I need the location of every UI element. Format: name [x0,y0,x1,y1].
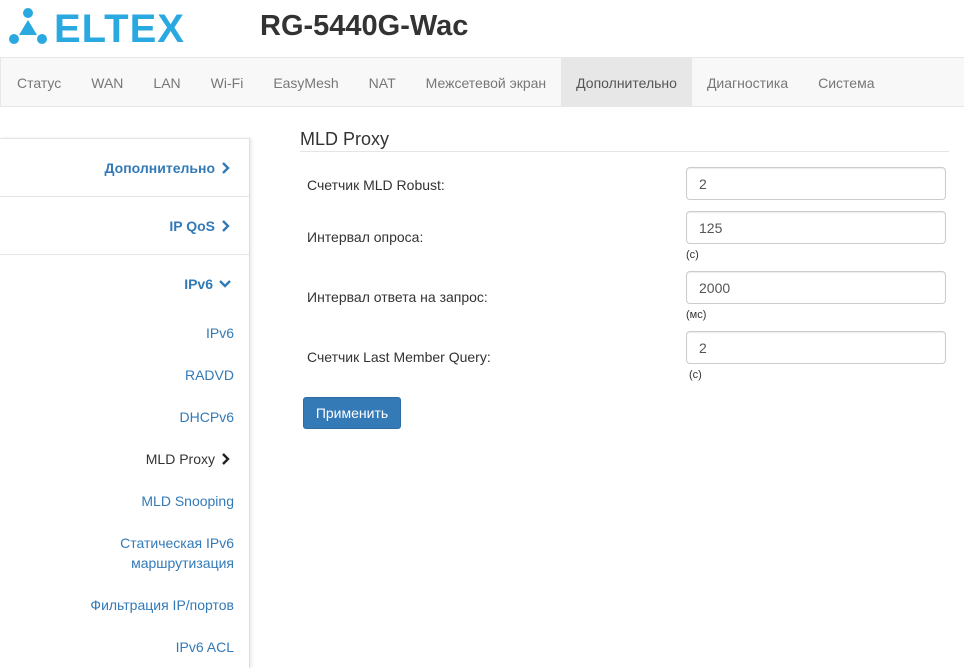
nav-wifi[interactable]: Wi-Fi [196,58,259,106]
device-title: RG-5440G-Wac [260,10,469,42]
sidebar-group-label: IP QoS [169,217,215,234]
chevron-right-icon [222,453,230,465]
sidebar-group-label: IPv6 [184,275,213,292]
nav-diagnostics[interactable]: Диагностика [692,58,803,106]
sidebar-item-label: Статическая IPv6 маршрутизация [120,535,234,571]
nav-status[interactable]: Статус [2,58,76,106]
page-title: MLD Proxy [300,125,949,152]
eltex-logo: ELTEX [9,7,185,47]
mld-robust-label: Счетчик MLD Robust: [307,177,445,193]
query-interval-unit: (с) [686,249,699,261]
query-response-interval-input[interactable] [686,271,946,304]
chevron-right-icon [222,161,230,174]
nav-easymesh[interactable]: EasyMesh [258,58,353,106]
sidebar-item-ip-port-filter[interactable]: Фильтрация IP/портов [0,584,249,626]
top-navbar: Статус WAN LAN Wi-Fi EasyMesh NAT Межсет… [0,57,964,107]
nav-wan[interactable]: WAN [76,58,138,106]
last-member-query-input[interactable] [686,331,946,364]
query-response-interval-unit: (мс) [686,309,707,321]
sidebar-item-label: MLD Proxy [145,451,215,467]
query-interval-label: Интервал опроса: [307,229,424,245]
sidebar-item-ipv6[interactable]: IPv6 [0,312,249,354]
sidebar-item-mld-proxy[interactable]: MLD Proxy [0,438,249,480]
nav-advanced[interactable]: Дополнительно [561,58,692,106]
nav-nat[interactable]: NAT [354,58,411,106]
sidebar-group-ip-qos[interactable]: IP QoS [0,196,249,254]
query-response-interval-label: Интервал ответа на запрос: [307,289,488,305]
header: ELTEX RG-5440G-Wac [0,0,964,57]
sidebar-group-ipv6[interactable]: IPv6 [0,254,249,312]
main-content: MLD Proxy Счетчик MLD Robust: Интервал о… [300,125,949,429]
svg-text:ELTEX: ELTEX [54,7,185,47]
chevron-right-icon [222,219,230,232]
sidebar-item-static-ipv6-routing[interactable]: Статическая IPv6 маршрутизация [0,522,249,584]
chevron-down-icon [219,279,231,288]
last-member-query-unit: (с) [689,369,702,381]
sidebar-item-mld-snooping[interactable]: MLD Snooping [0,480,249,522]
sidebar-group-advanced[interactable]: Дополнительно [0,138,249,196]
nav-system[interactable]: Система [803,58,889,106]
apply-button[interactable]: Применить [303,397,401,429]
nav-lan[interactable]: LAN [138,58,195,106]
mld-robust-input[interactable] [686,167,946,200]
sidebar-item-radvd[interactable]: RADVD [0,354,249,396]
sidebar-item-ipv6-acl[interactable]: IPv6 ACL [0,626,249,668]
sidebar-item-dhcpv6[interactable]: DHCPv6 [0,396,249,438]
last-member-query-label: Счетчик Last Member Query: [307,349,491,365]
query-interval-input[interactable] [686,211,946,244]
sidebar: Дополнительно IP QoS IPv6 IPv6 RADVD DHC… [0,138,250,668]
nav-firewall[interactable]: Межсетевой экран [411,58,562,106]
sidebar-group-label: Дополнительно [104,159,215,176]
